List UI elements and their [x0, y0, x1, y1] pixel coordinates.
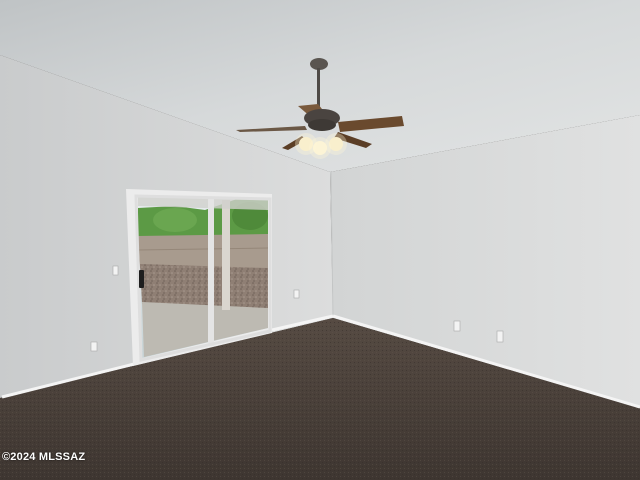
room-photo: ©2024 MLSSAZ: [0, 0, 640, 480]
outlet-mid: [293, 289, 300, 299]
light-switch: [112, 265, 119, 276]
room-illustration: [0, 0, 640, 480]
door-divider: [208, 198, 214, 346]
outlet-left: [90, 341, 98, 352]
outlet-right-2: [496, 330, 504, 343]
fan-downrod: [317, 68, 320, 108]
copyright-watermark: ©2024 MLSSAZ: [2, 451, 86, 463]
outlet-right-1: [453, 320, 461, 332]
door-handle: [139, 270, 144, 288]
patio-post: [222, 200, 230, 310]
